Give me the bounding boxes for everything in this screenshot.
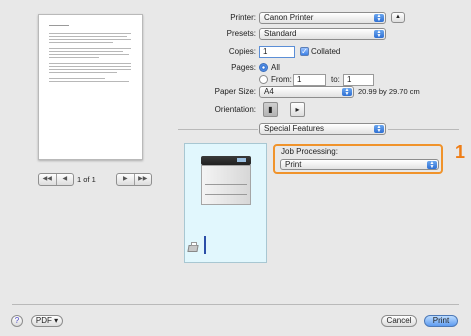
- expand-dialog-button[interactable]: ▲: [391, 12, 405, 23]
- next-page-button[interactable]: ▶: [117, 174, 134, 185]
- pages-from-radio[interactable]: [259, 75, 268, 84]
- popup-arrows-icon: ▲ ▼: [374, 125, 384, 134]
- popup-arrows-icon: ▲ ▼: [342, 88, 352, 97]
- first-page-button[interactable]: ◀◀: [39, 174, 56, 185]
- orientation-label: Orientation:: [214, 105, 256, 114]
- cancel-button[interactable]: Cancel: [381, 315, 417, 327]
- popup-arrows-icon: ▲ ▼: [427, 161, 437, 170]
- collated-checkbox[interactable]: ✓: [300, 47, 309, 56]
- paper-size-select[interactable]: A4 ▲ ▼: [259, 86, 354, 98]
- printer-preview: [184, 143, 267, 263]
- collated-label: Collated: [311, 47, 341, 56]
- pages-label: Pages:: [231, 63, 256, 72]
- job-processing-select[interactable]: Print ▲ ▼: [280, 159, 439, 170]
- printer-image: [201, 156, 251, 206]
- pages-all-label: All: [271, 63, 280, 72]
- callout-number: 1: [455, 142, 466, 162]
- presets-label: Presets:: [226, 29, 256, 38]
- paper-size-value: A4: [264, 87, 274, 96]
- preview-nav-forward: ▶ ▶▶: [116, 173, 152, 186]
- help-icon: ?: [14, 316, 20, 325]
- presets-select[interactable]: Standard ▲ ▼: [259, 28, 386, 40]
- pages-all-radio[interactable]: [259, 63, 268, 72]
- copies-input[interactable]: 1: [259, 46, 295, 58]
- landscape-icon: ▸: [295, 105, 300, 114]
- paper-size-label: Paper Size:: [214, 87, 256, 96]
- previous-page-button[interactable]: ◀: [55, 174, 74, 185]
- expand-icon: ▲: [395, 14, 401, 20]
- section-value: Special Features: [264, 124, 325, 133]
- preview-nav-back: ◀◀ ◀: [38, 173, 74, 186]
- last-page-button[interactable]: ▶▶: [133, 174, 152, 185]
- paper-size-dimensions: 20.99 by 29.70 cm: [358, 87, 420, 96]
- printer-value: Canon Printer: [264, 13, 314, 22]
- page-preview: [38, 14, 143, 160]
- section-select[interactable]: Special Features ▲ ▼: [259, 123, 386, 135]
- section-divider-left: [178, 129, 258, 130]
- print-button[interactable]: Print: [424, 315, 458, 327]
- pdf-menu-button[interactable]: PDF ▾: [31, 315, 63, 327]
- printer-label: Printer:: [230, 13, 256, 22]
- footer-divider: [12, 304, 459, 305]
- pages-to-input[interactable]: 1: [343, 74, 374, 86]
- pages-from-input[interactable]: 1: [293, 74, 326, 86]
- job-processing-label: Job Processing:: [281, 147, 338, 156]
- pages-from-label: From:: [271, 75, 292, 84]
- presets-value: Standard: [264, 29, 297, 38]
- pages-to-label: to:: [331, 75, 340, 84]
- page-indicator: 1 of 1: [77, 175, 96, 184]
- vertical-text-marker: [204, 236, 206, 254]
- section-divider-right: [388, 129, 459, 130]
- print-queue-icon: [187, 242, 202, 254]
- printer-select[interactable]: Canon Printer ▲ ▼: [259, 12, 386, 24]
- copies-label: Copies:: [228, 47, 256, 56]
- help-button[interactable]: ?: [11, 315, 23, 327]
- portrait-orientation-button[interactable]: ▮: [263, 102, 278, 117]
- job-processing-value: Print: [285, 160, 302, 169]
- landscape-orientation-button[interactable]: ▸: [290, 102, 305, 117]
- popup-arrows-icon: ▲ ▼: [374, 14, 384, 23]
- popup-arrows-icon: ▲ ▼: [374, 30, 384, 39]
- portrait-icon: ▮: [268, 105, 273, 114]
